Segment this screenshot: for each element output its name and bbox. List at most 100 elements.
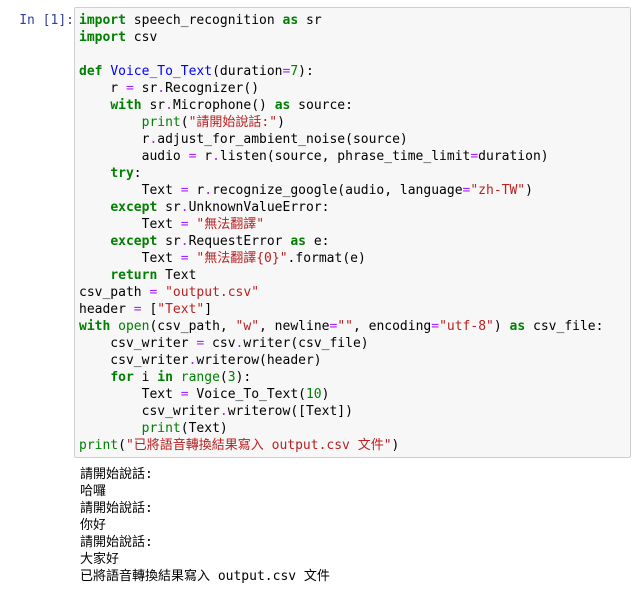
code-line: r = sr.Recognizer() [79, 80, 603, 97]
code-token: "已將語音轉換結果寫入 output.csv 文件" [125, 438, 392, 453]
code-token: print [141, 421, 181, 436]
code-token: format(e) [295, 251, 366, 266]
code-token: , encoding [352, 319, 432, 334]
code-line: Text = r.recognize_google(audio, languag… [79, 182, 603, 199]
code-line: def Voice_To_Text(duration=7): [79, 63, 603, 80]
code-token: Voice_To_Text [110, 64, 213, 79]
code-line: import csv [79, 29, 603, 46]
code-token: except [110, 200, 158, 215]
code-token: range [180, 370, 220, 385]
code-token: (duration [212, 64, 283, 79]
output-line: 已將語音轉換結果寫入 output.csv 文件 [80, 569, 330, 584]
code-token: 10 [305, 387, 322, 402]
code-token: r [79, 81, 126, 96]
code-token: return [110, 268, 158, 283]
code-token: sr [133, 81, 158, 96]
code-token: r [196, 149, 213, 164]
code-token: "無法翻譯" [196, 217, 265, 232]
code-token: = [431, 319, 440, 334]
code-token: print [141, 115, 181, 130]
code-token: ( [219, 370, 228, 385]
code-token: csv_path [79, 285, 150, 300]
code-token: csv [125, 30, 158, 45]
output-line: 大家好 [80, 552, 120, 567]
output-line: 請開始說話: [80, 535, 153, 550]
code-token: 3 [227, 370, 236, 385]
code-token: 7 [290, 64, 299, 79]
code-line: import speech_recognition as sr [79, 12, 603, 29]
code-token: Text [79, 183, 181, 198]
code-token: [ [141, 302, 158, 317]
code-line: return Text [79, 267, 603, 284]
code-token: ) [525, 183, 533, 198]
code-token: sr [141, 98, 166, 113]
code-token: . [157, 81, 166, 96]
code-token: , newline [259, 319, 330, 334]
code-token: i [133, 370, 158, 385]
code-token: ) [277, 115, 285, 130]
code-token: "utf-8" [439, 319, 494, 334]
output-line: 你好 [80, 518, 107, 533]
code-token: ( [118, 438, 126, 453]
code-token: = [133, 302, 142, 317]
code-token: Text [79, 217, 181, 232]
code-token: import [79, 30, 126, 45]
code-token: header [79, 302, 134, 317]
code-token: except [110, 234, 158, 249]
code-token: ): [235, 370, 252, 385]
code-line: csv_writer.writerow(header) [79, 352, 603, 369]
code-line: Text = "無法翻譯" [79, 216, 603, 233]
code-line: except sr.UnknownValueError: [79, 199, 603, 216]
code-token: as [282, 13, 299, 28]
code-token: with [110, 98, 142, 113]
code-token: writerow(header) [196, 353, 322, 368]
code-line: try: [79, 165, 603, 182]
output-line: 請開始說話: [80, 501, 153, 516]
code-token: = [180, 251, 189, 266]
code-token: . [204, 183, 213, 198]
code-token: csv_writer [79, 353, 189, 368]
code-line: except sr.RequestError as e: [79, 233, 603, 250]
code-token: "無法翻譯{0}" [196, 251, 288, 266]
code-token: ) [391, 438, 400, 453]
code-token: . [180, 200, 189, 215]
code-token: r [188, 183, 205, 198]
code-token: def [79, 64, 103, 79]
cell-prompt: In [1]: [19, 13, 74, 28]
code-token: . [180, 234, 189, 249]
code-token: Recognizer() [165, 81, 260, 96]
code-token: adjust_for_ambient_noise(source) [157, 132, 408, 147]
code-line: print("已將語音轉換結果寫入 output.csv 文件") [79, 437, 603, 454]
code-token: "zh-TW" [470, 183, 526, 198]
code-line: r.adjust_for_ambient_noise(source) [79, 131, 603, 148]
code-token: as [509, 319, 526, 334]
code-token: ( [180, 115, 189, 130]
code-token: listen(source, phrase_time_limit [219, 149, 471, 164]
code-token: speech_recognition [125, 13, 283, 28]
code-token: audio [79, 149, 189, 164]
code-token: UnknownValueError: [188, 200, 330, 215]
code-token: ] [204, 302, 213, 317]
code-token: as [290, 234, 306, 249]
code-token: sr [157, 234, 181, 249]
code-line: print("請開始說話:") [79, 114, 603, 131]
code-line: print(Text) [79, 420, 603, 437]
code-editor[interactable]: import speech_recognition as sr import cs… [74, 7, 631, 458]
code-token: = [125, 81, 134, 96]
code-token: "Text" [157, 302, 205, 317]
code-token: csv_file: [525, 319, 604, 334]
output-line: 請開始說話: [80, 467, 153, 482]
code-line: csv_writer.writerow([Text]) [79, 403, 603, 420]
code-token: writerow([Text]) [227, 404, 353, 419]
code-token: ) [493, 319, 510, 334]
code-block[interactable]: import speech_recognition as sr import cs… [79, 12, 603, 454]
code-token: source: [290, 98, 353, 113]
